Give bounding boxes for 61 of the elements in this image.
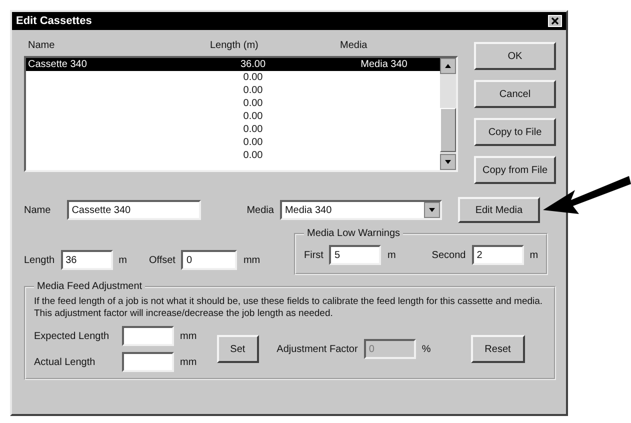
unit-label: % — [422, 344, 431, 354]
field-label: Offset — [148, 254, 176, 266]
description-text: If the feed length of a job is not what it should be, use these fields to calibrate the feed length for this cassette and media. This adjustment factor will increase/decrease the job length as needed. — [34, 296, 544, 320]
list-row[interactable]: 0.00 — [26, 97, 440, 110]
field-label: Actual Length — [34, 356, 96, 368]
offset-field[interactable]: 0 — [181, 250, 238, 270]
actual-length-field[interactable] — [122, 352, 174, 372]
field-label: Expected Length — [34, 330, 110, 342]
first-warning-field[interactable]: 5 — [329, 245, 382, 265]
list-row[interactable]: 0.00 — [26, 136, 440, 149]
cassette-length: 36.00 — [240, 59, 266, 70]
second-warning-field[interactable]: 2 — [472, 245, 524, 265]
column-header: Media — [340, 40, 368, 51]
cassette-length: 0.00 — [243, 124, 263, 135]
field-label: Adjustment Factor — [276, 344, 358, 354]
cassette-media: Media 340 — [360, 59, 408, 70]
list-row[interactable]: 0.00 — [26, 84, 440, 97]
unit-label: m — [387, 250, 396, 260]
cassette-length: 0.00 — [243, 150, 263, 161]
cassette-length: 0.00 — [243, 98, 263, 109]
field-label: Second — [432, 250, 466, 260]
column-header: Name — [28, 40, 55, 51]
list-row[interactable]: 0.00 — [26, 123, 440, 136]
scroll-up-icon[interactable] — [440, 58, 456, 74]
expected-length-field[interactable] — [122, 326, 174, 346]
group-title: Media Feed Adjustment — [36, 281, 144, 292]
cassette-length: 0.00 — [243, 137, 263, 148]
scroll-down-icon[interactable] — [440, 154, 456, 170]
unit-label: m — [118, 254, 127, 266]
list-row[interactable]: 0.00 — [26, 149, 440, 162]
cassette-name: Cassette 340 — [28, 59, 87, 70]
unit-label: mm — [180, 356, 197, 368]
list-row[interactable]: 0.00 — [26, 71, 440, 84]
dialog-button[interactable]: Cancel — [474, 80, 556, 108]
list-row[interactable]: Cassette 340 36.00 Media 340 — [26, 58, 440, 71]
close-icon[interactable] — [548, 15, 562, 27]
edit-media-button[interactable]: Edit Media — [458, 197, 540, 223]
cassette-length: 0.00 — [243, 72, 263, 83]
field-label: Length — [24, 254, 55, 266]
length-field[interactable]: 36 — [60, 250, 113, 270]
window-title: Edit Cassettes — [16, 15, 92, 27]
scrollbar[interactable] — [440, 58, 456, 170]
column-header: Length (m) — [210, 40, 258, 51]
field-label: First — [304, 250, 324, 260]
cassette-length: 0.00 — [243, 85, 263, 96]
name-field[interactable]: Cassette 340 — [66, 200, 201, 220]
scroll-thumb[interactable] — [440, 108, 456, 152]
unit-label: mm — [243, 254, 260, 266]
media-dropdown[interactable]: Media 340 — [280, 200, 442, 220]
unit-label: mm — [180, 330, 197, 342]
list-row[interactable]: 0.00 — [26, 110, 440, 123]
unit-label: m — [530, 250, 538, 260]
dialog-button[interactable]: Copy from File — [474, 156, 556, 184]
reset-button[interactable]: Reset — [470, 335, 525, 363]
dialog-button[interactable]: Copy to File — [474, 118, 556, 146]
set-button[interactable]: Set — [216, 335, 259, 363]
field-label: Media — [246, 204, 274, 216]
field-label: Name — [24, 204, 51, 216]
cassette-length: 0.00 — [243, 111, 263, 122]
dialog-button[interactable]: OK — [474, 42, 556, 70]
group-title: Media Low Warnings — [306, 228, 402, 239]
